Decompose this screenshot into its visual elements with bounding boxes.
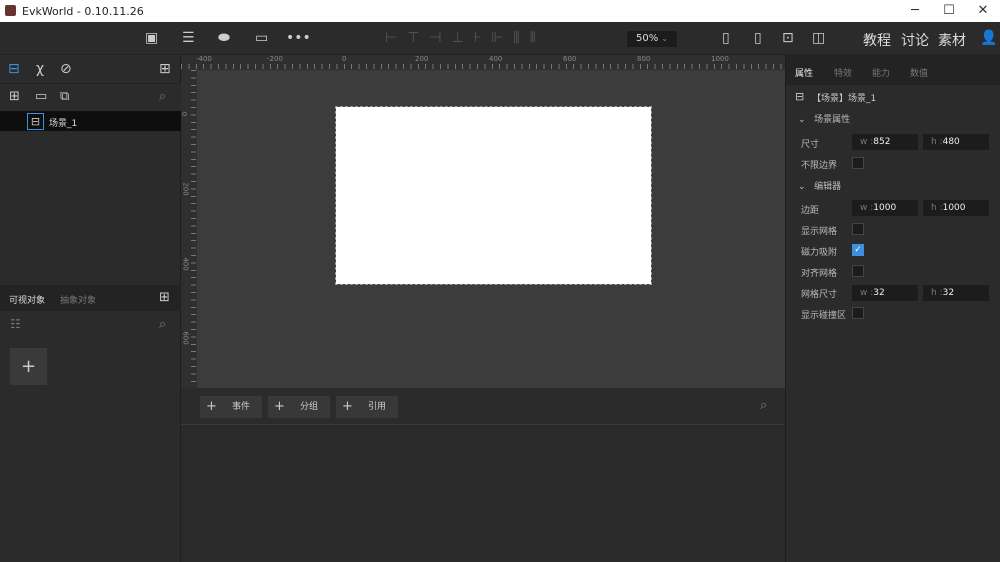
app-icon — [5, 5, 16, 16]
tutorial-link[interactable]: 教程 — [863, 30, 891, 50]
ruler-label: 600 — [563, 55, 577, 63]
tab-values[interactable]: 数值 — [910, 66, 928, 79]
add-object-icon[interactable]: ⊞ — [159, 290, 170, 305]
ruler-label: 200 — [181, 182, 190, 196]
add-object-button[interactable]: + — [10, 348, 47, 385]
size-width-input[interactable]: w :852 — [852, 134, 918, 150]
tab-effects[interactable]: 特效 — [834, 66, 852, 79]
chevron-down-icon: ⌄ — [661, 34, 669, 43]
phone-portrait-icon[interactable]: ▯ — [722, 30, 730, 46]
align-grid-checkbox[interactable] — [852, 265, 864, 277]
margin-width-input[interactable]: w :1000 — [852, 200, 918, 216]
add-group-button[interactable]: + 分组 — [268, 396, 330, 418]
ruler-label: 400 — [181, 257, 190, 271]
toolbar: ▣ ☰ ⬬ ▭ ••• ⊢⊤⊣⊥⊦⊩⫼⫴ 50% ⌄ ▯ ▯ ⊡ ◫ 教程 讨论… — [0, 22, 1000, 55]
tab-properties[interactable]: 属性 — [795, 66, 813, 79]
size-label: 尺寸 — [801, 140, 820, 150]
object-search-icon[interactable]: ⌕ — [159, 317, 166, 332]
add-event-button[interactable]: + 事件 — [200, 396, 262, 418]
ruler-label: 400 — [489, 55, 503, 63]
image-icon[interactable]: ▣ — [145, 30, 158, 46]
tab-visual-objects[interactable]: 可视对象 — [9, 293, 45, 306]
scene-icon: ⊟ — [795, 90, 805, 103]
event-search-icon[interactable]: ⌕ — [760, 398, 767, 413]
folder-icon[interactable]: ▭ — [35, 89, 47, 104]
margin-height-input[interactable]: h :1000 — [923, 200, 989, 216]
user-icon[interactable]: 👤 — [980, 30, 997, 46]
tab-abstract-objects[interactable]: 抽象对象 — [60, 293, 96, 306]
scene-icon: ⊟ — [27, 113, 44, 130]
align-icons[interactable]: ⊢⊤⊣⊥⊦⊩⫼⫴ — [385, 30, 546, 46]
copy-icon[interactable]: ⧉ — [60, 89, 69, 104]
progress-icon[interactable]: ▭ — [255, 30, 268, 46]
ruler-label: 800 — [637, 55, 651, 63]
more-icon[interactable]: ••• — [286, 30, 311, 46]
search-icon[interactable]: ⌕ — [159, 89, 166, 104]
zoom-value: 50% — [636, 33, 659, 44]
align-grid-label: 对齐网格 — [801, 269, 838, 279]
scene-label: 场景_1 — [49, 119, 78, 129]
list-icon[interactable]: ☷ — [10, 317, 21, 331]
variable-tab-icon[interactable]: χ — [36, 61, 44, 77]
add-icon[interactable]: ⊞ — [159, 61, 171, 77]
close-button[interactable]: ✕ — [966, 0, 1000, 22]
preview-icon[interactable]: ◫ — [812, 30, 825, 46]
scene-tab-icon[interactable]: ⊟ — [8, 61, 20, 77]
show-collision-checkbox[interactable] — [852, 307, 864, 319]
section-editor[interactable]: ⌄ 编辑器 — [798, 179, 841, 192]
window-title: EvkWorld - 0.10.11.26 — [22, 5, 144, 18]
maximize-button[interactable]: ☐ — [932, 0, 966, 22]
assets-link[interactable]: 素材 — [938, 30, 966, 50]
grid-height-input[interactable]: h :32 — [923, 285, 989, 301]
tree-item-scene[interactable]: ⊟ 场景_1 — [0, 111, 181, 131]
scene-stage[interactable] — [335, 106, 652, 285]
grid-width-input[interactable]: w :32 — [852, 285, 918, 301]
unbounded-checkbox[interactable] — [852, 157, 864, 169]
ruler-label: 200 — [415, 55, 429, 63]
left-panel: ⊟ χ ⊘ ⊞ ⊞ ▭ ⧉ ⌕ ⊟ 场景_1 可视对象 抽象对象 ⊞ ☷ ⌕ + — [0, 55, 181, 562]
phone-icon[interactable]: ▯ — [754, 30, 762, 46]
play-icon[interactable]: ⊡ — [782, 30, 794, 46]
ruler-label: 0 — [180, 111, 189, 117]
button-shape-icon[interactable]: ⬬ — [218, 30, 230, 46]
zoom-select[interactable]: 50% ⌄ — [627, 31, 677, 47]
margin-label: 边距 — [801, 206, 820, 216]
show-grid-checkbox[interactable] — [852, 223, 864, 235]
ruler-label: 600 — [181, 331, 190, 345]
ruler-label: 0 — [342, 55, 347, 63]
ruler-label: -400 — [196, 55, 212, 63]
discuss-link[interactable]: 讨论 — [901, 30, 929, 50]
show-collision-label: 显示碰撞区 — [801, 311, 847, 321]
bottom-bar: + 事件 + 分组 + 引用 ⌕ — [181, 388, 785, 425]
add-scene-icon[interactable]: ⊞ — [9, 89, 20, 104]
size-height-input[interactable]: h :480 — [923, 134, 989, 150]
tab-abilities[interactable]: 能力 — [872, 66, 890, 79]
vertical-ruler: 0 200 400 600 — [180, 70, 197, 388]
add-reference-button[interactable]: + 引用 — [336, 396, 398, 418]
properties-panel: 属性 特效 能力 数值 ⊟ 【场景】场景_1 ⌄ 场景属性 尺寸 w :852 … — [785, 55, 1000, 562]
title-bar: EvkWorld - 0.10.11.26 ─ ☐ ✕ — [0, 0, 1000, 22]
minimize-button[interactable]: ─ — [898, 0, 932, 22]
ruler-label: -200 — [267, 55, 283, 63]
event-tab-icon[interactable]: ⊘ — [60, 61, 72, 77]
ruler-label: 1000 — [711, 55, 729, 63]
horizontal-ruler: -400 -200 0 200 400 600 800 1000 — [181, 55, 785, 70]
unbounded-label: 不限边界 — [801, 161, 838, 171]
show-grid-label: 显示网格 — [801, 227, 838, 237]
selected-object-label: 【场景】场景_1 — [812, 94, 877, 104]
snap-label: 磁力吸附 — [801, 248, 838, 258]
section-scene-properties[interactable]: ⌄ 场景属性 — [798, 112, 850, 125]
text-icon[interactable]: ☰ — [182, 30, 195, 46]
grid-size-label: 网格尺寸 — [801, 290, 838, 300]
snap-checkbox[interactable]: ✓ — [852, 244, 864, 256]
